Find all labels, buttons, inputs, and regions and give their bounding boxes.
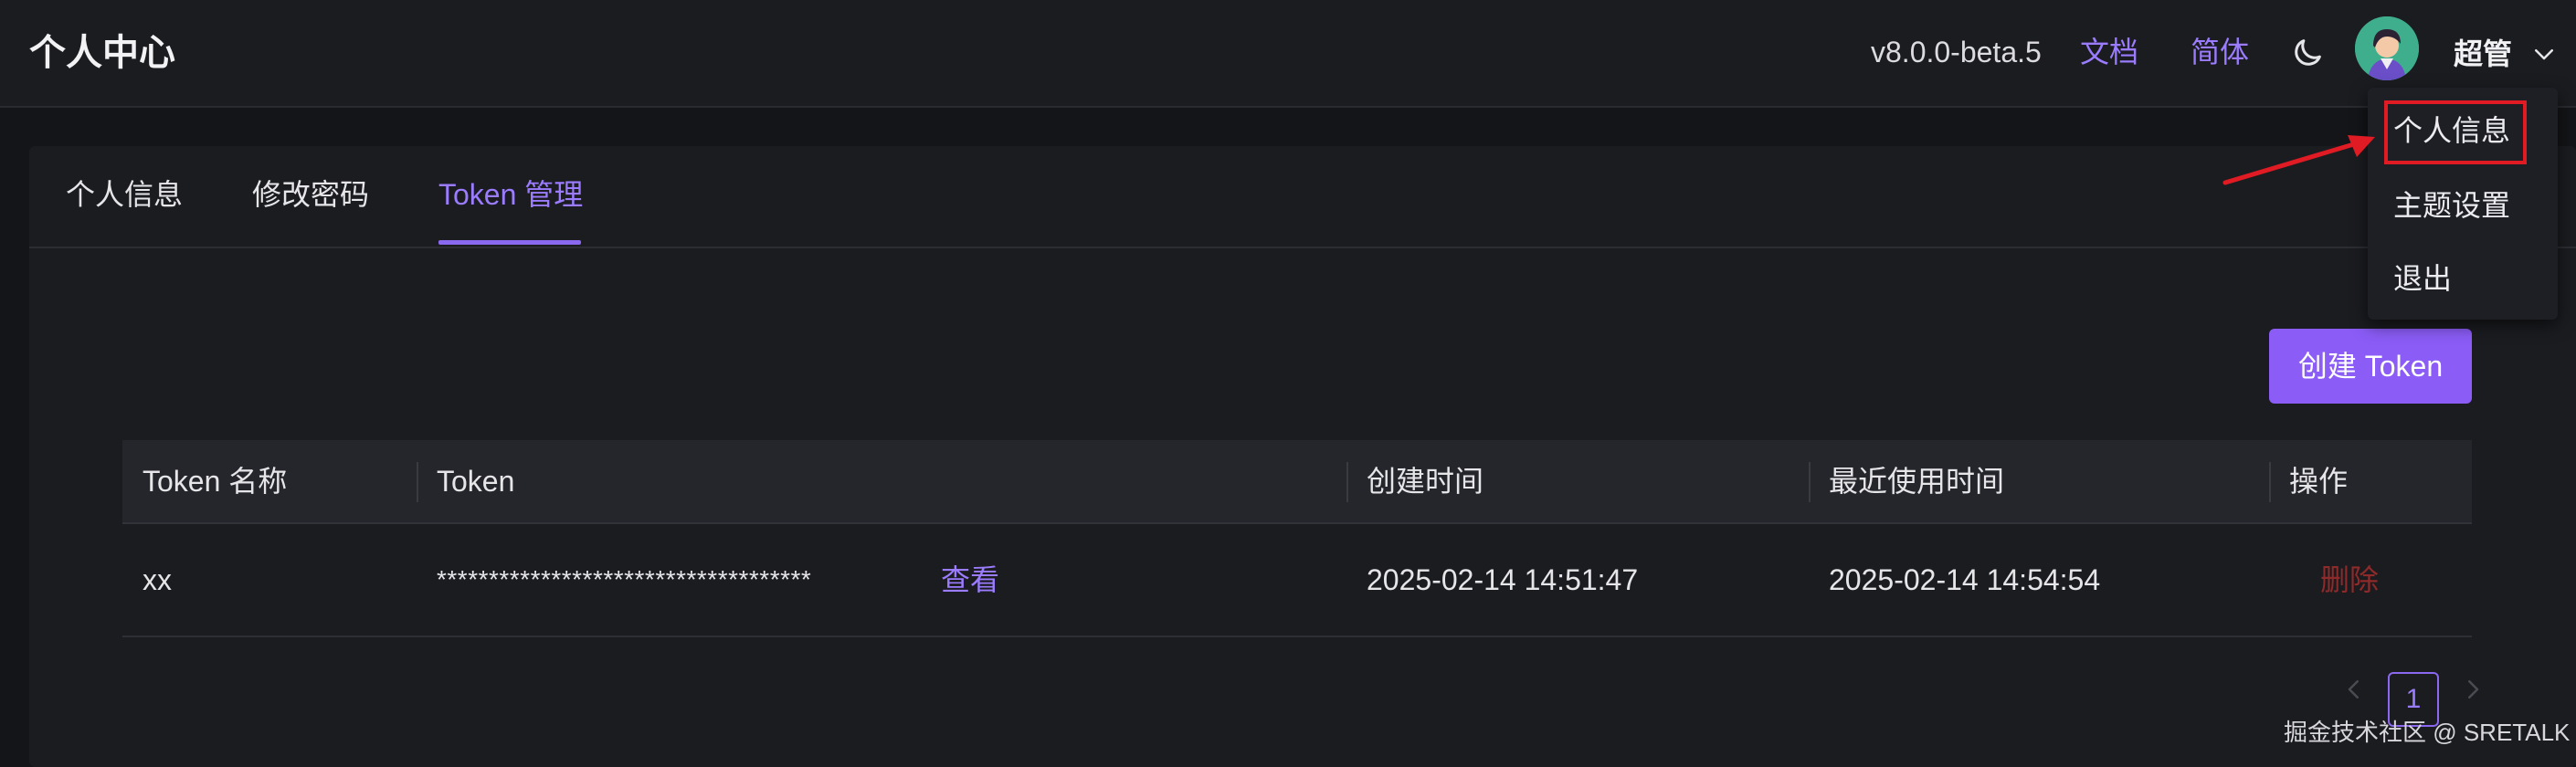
tab-change-password[interactable]: 修改密码 (252, 173, 369, 215)
tab-token-management[interactable]: Token 管理 (438, 173, 583, 215)
table-row: xx ************************************ … (122, 524, 2472, 637)
column-divider (1809, 462, 1811, 502)
chevron-down-icon[interactable] (2530, 40, 2558, 68)
column-header-token: Token (437, 465, 515, 498)
create-token-button[interactable]: 创建 Token (2269, 329, 2472, 404)
last-used-time-cell: 2025-02-14 14:54:54 (1829, 563, 2101, 596)
column-header-name: Token 名称 (143, 465, 288, 498)
column-divider (2269, 462, 2271, 502)
annotation-arrow-icon (2222, 135, 2375, 185)
avatar[interactable] (2355, 16, 2419, 80)
docs-link[interactable]: 文档 (2080, 31, 2138, 73)
column-header-last-used: 最近使用时间 (1829, 465, 2005, 498)
view-token-link[interactable]: 查看 (941, 524, 999, 636)
user-dropdown-menu: 个人信息 主题设置 退出 (2368, 88, 2558, 320)
token-masked-value: ************************************ (437, 565, 812, 594)
chevron-left-icon[interactable] (2340, 676, 2368, 703)
tab-bar: 个人信息 修改密码 Token 管理 (29, 146, 2576, 248)
chevron-right-icon[interactable] (2459, 676, 2486, 703)
created-time-cell: 2025-02-14 14:51:47 (1367, 563, 1639, 596)
column-header-created: 创建时间 (1367, 465, 1484, 498)
tab-profile[interactable]: 个人信息 (66, 173, 183, 215)
column-divider (1346, 462, 1348, 502)
avatar-illustration (2355, 16, 2419, 80)
table-header: Token 名称 Token 创建时间 最近使用时间 操作 (122, 440, 2472, 524)
top-bar: 个人中心 v8.0.0-beta.5 文档 简体 超管 (0, 0, 2576, 108)
delete-token-button[interactable]: 删除 (2320, 524, 2379, 636)
menu-item-logout[interactable]: 退出 (2393, 257, 2452, 299)
menu-item-profile[interactable]: 个人信息 (2393, 110, 2510, 152)
user-name[interactable]: 超管 (2454, 33, 2512, 75)
token-name-cell: xx (143, 563, 172, 596)
active-tab-indicator (438, 240, 581, 245)
language-switch[interactable]: 简体 (2191, 31, 2249, 73)
version-label: v8.0.0-beta.5 (1871, 36, 2042, 68)
menu-item-theme-settings[interactable]: 主题设置 (2393, 184, 2510, 226)
page-title: 个人中心 (29, 33, 175, 73)
main-card: 个人信息 修改密码 Token 管理 创建 Token Token 名称 Tok… (29, 146, 2576, 767)
moon-icon[interactable] (2289, 35, 2326, 71)
column-header-actions: 操作 (2289, 465, 2349, 498)
column-divider (417, 462, 418, 502)
watermark: 掘金技术社区 @ SRETALK (2284, 719, 2571, 746)
